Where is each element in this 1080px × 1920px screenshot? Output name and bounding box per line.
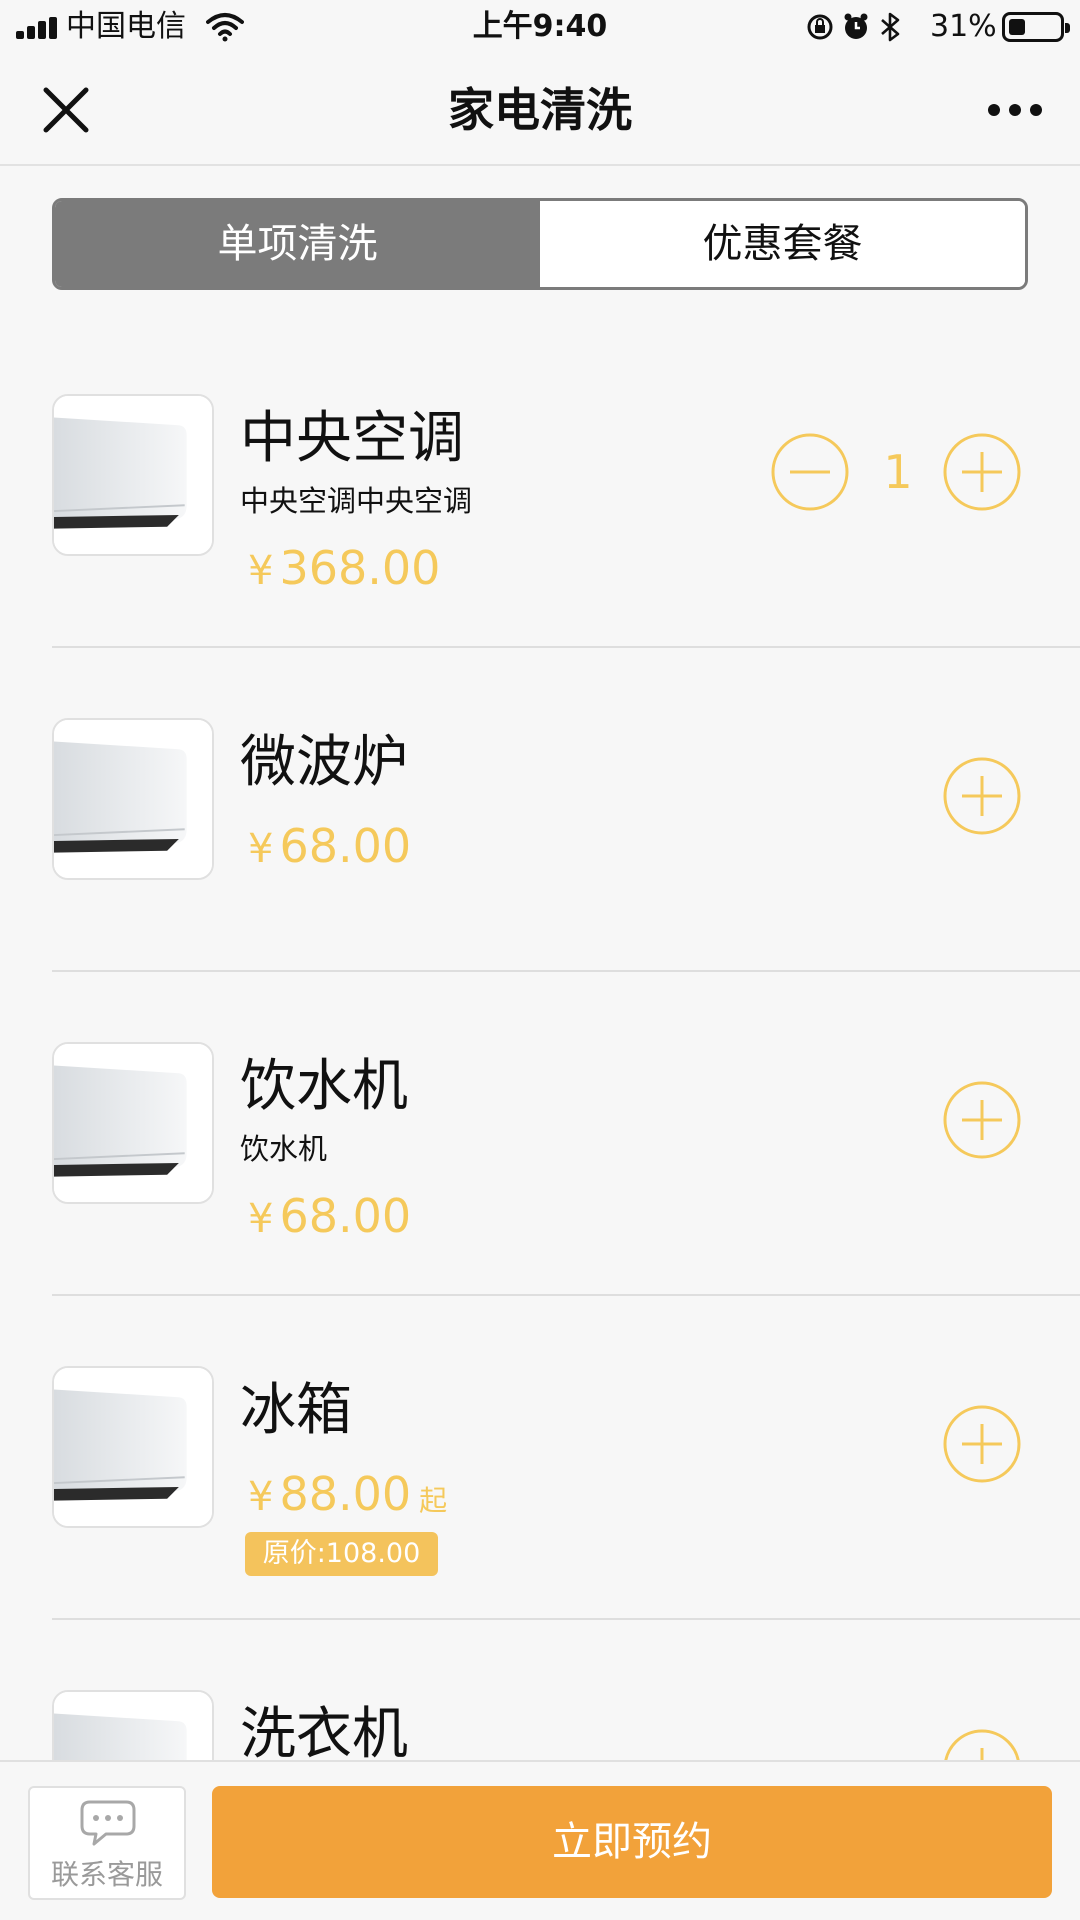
clock: 上午9:40 [472, 9, 608, 44]
chat-icon [80, 1800, 136, 1846]
book-now-button[interactable]: 立即预约 [212, 1786, 1052, 1898]
list-item: 微波炉 ¥68.00 [0, 648, 1080, 972]
item-name: 冰箱 [240, 1378, 352, 1443]
minus-button[interactable] [770, 432, 850, 512]
alarm-icon [844, 13, 868, 39]
item-list: 中央空调 中央空调中央空调 ¥368.00 1 微波炉 ¥ 68.00 饮水机 … [0, 324, 1080, 1760]
price-suffix: 起 [419, 1484, 448, 1517]
item-thumbnail [52, 1042, 214, 1204]
plus-button[interactable] [942, 1404, 1022, 1484]
item-description: 饮水机 [240, 1132, 328, 1166]
item-price: ¥88.00 起 [248, 1466, 447, 1529]
status-bar: 中国电信 上午9:40 31% [0, 0, 1080, 54]
currency-symbol: ¥ [248, 826, 274, 872]
item-thumbnail [52, 394, 214, 556]
item-description: 中央空调中央空调 [240, 484, 473, 518]
item-price: ¥368.00 [248, 540, 440, 599]
list-item: 冰箱 ¥88.00 起 原价:108.00 [0, 1296, 1080, 1620]
more-icon[interactable] [986, 94, 1044, 124]
item-price: ¥68.00 [248, 1188, 411, 1247]
item-thumbnail [52, 1366, 214, 1528]
currency-symbol: ¥ [248, 1196, 274, 1242]
currency-symbol: ¥ [248, 548, 274, 594]
list-item: 洗衣机 [0, 1620, 1080, 1760]
nav-bar: 家电清洗 [0, 54, 1080, 166]
segmented-tabs: 单项清洗 优惠套餐 [52, 198, 1028, 290]
status-icons [807, 12, 900, 42]
list-item: 饮水机 饮水机 ¥68.00 [0, 972, 1080, 1296]
item-price: ¥68.00 [248, 818, 411, 877]
contact-service-label: 联系客服 [50, 1858, 163, 1891]
plus-button[interactable] [942, 1728, 1022, 1760]
app-screen: 中国电信 上午9:40 31% 家电清洗 单项清洗 优惠套餐 中央空调 中央空调… [0, 0, 1080, 1920]
item-thumbnail [52, 1690, 214, 1760]
battery-icon [1002, 12, 1070, 42]
bluetooth-icon [881, 12, 900, 42]
plus-button[interactable] [942, 432, 1022, 512]
price-value: 88.00 [279, 1467, 412, 1521]
item-name: 饮水机 [240, 1054, 408, 1119]
quantity-value: 1 [883, 445, 913, 499]
plus-button[interactable] [942, 756, 1022, 836]
price-value: 68.00 [279, 1189, 412, 1243]
item-name: 中央空调 [240, 406, 464, 471]
item-thumbnail [52, 718, 214, 880]
price-value: 368.00 [279, 541, 441, 595]
bottom-bar: 联系客服 立即预约 [0, 1760, 1080, 1920]
original-price-badge: 原价:108.00 [245, 1532, 438, 1576]
currency-symbol: ¥ [248, 1474, 274, 1520]
page-title: 家电清洗 [448, 83, 632, 137]
list-item: 中央空调 中央空调中央空调 ¥368.00 1 [0, 324, 1080, 648]
rotation-lock-icon [807, 14, 833, 40]
price-value: 68.00 [279, 819, 412, 873]
item-name: 洗衣机 [240, 1702, 408, 1760]
item-name: 微波炉 [240, 730, 408, 795]
battery-percent: 31% [930, 9, 997, 44]
plus-button[interactable] [942, 1080, 1022, 1160]
contact-service-button[interactable]: 联系客服 [28, 1786, 186, 1900]
tab-single-cleaning[interactable]: 单项清洗 [55, 201, 540, 287]
tab-package-deals[interactable]: 优惠套餐 [540, 201, 1025, 287]
